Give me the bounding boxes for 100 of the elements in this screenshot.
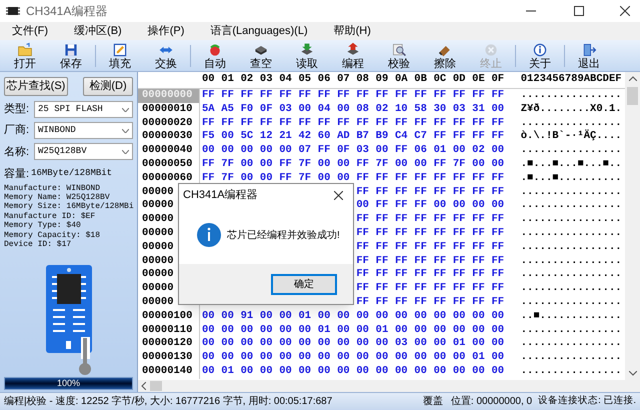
hex-byte: 00 <box>279 337 293 352</box>
hex-byte: FF <box>356 268 370 282</box>
hex-byte: F0 <box>240 102 254 117</box>
hex-byte: FF <box>356 254 370 268</box>
hex-byte: 00 <box>376 364 390 379</box>
toolbar-button[interactable]: 交换 <box>143 40 189 70</box>
ascii-cell: ................ <box>520 364 622 379</box>
toolbar-button[interactable]: 读取 <box>284 40 330 70</box>
close-icon[interactable] <box>620 6 630 16</box>
hex-byte: FF <box>434 254 448 268</box>
hex-byte: 00 <box>414 324 428 338</box>
hex-byte: 00 <box>279 351 293 365</box>
maximize-icon[interactable] <box>574 6 584 16</box>
hex-byte: FF <box>472 116 486 130</box>
ascii-cell: ................ <box>520 324 622 338</box>
hex-byte: 00 <box>434 364 448 379</box>
toolbar-button[interactable]: 打开 <box>2 40 48 70</box>
hex-byte: 00 <box>260 337 274 352</box>
hex-byte: 00 <box>452 310 466 324</box>
hex-byte: 31 <box>472 102 486 117</box>
hex-byte: FF <box>491 186 506 200</box>
hex-byte: 00 <box>318 310 332 324</box>
hex-byte: 00 <box>337 158 351 172</box>
hex-byte: 00 <box>260 364 274 379</box>
hex-byte: 00 <box>202 324 216 338</box>
hex-byte: FF <box>434 226 448 241</box>
hex-byte: 00 <box>491 102 506 117</box>
scroll-thumb[interactable] <box>150 381 162 391</box>
chip-info-line: Device ID: $17 <box>4 240 72 250</box>
hex-byte: 00 <box>472 199 486 214</box>
hex-byte: FF <box>472 172 486 186</box>
toolbar-button[interactable]: 保存 <box>48 40 94 70</box>
hex-byte: 00 <box>491 324 506 338</box>
hex-byte: FF <box>452 226 466 241</box>
hex-byte: FF <box>491 282 506 296</box>
toolbar-button[interactable]: 校验 <box>376 40 422 70</box>
scroll-left-icon[interactable] <box>141 382 146 390</box>
status-connection: 设备连接状态: 已连接. <box>538 394 636 408</box>
hex-byte: FF <box>356 213 370 227</box>
hex-byte: FF <box>356 116 370 130</box>
hex-byte: 00 <box>298 364 312 379</box>
hex-byte: 00 <box>376 351 390 365</box>
hex-byte: 5C <box>240 130 254 144</box>
hex-byte: 5A <box>202 102 216 117</box>
hex-byte: 01 <box>472 351 486 365</box>
horizontal-scrollbar[interactable] <box>138 380 640 392</box>
hex-byte: FF <box>394 199 409 214</box>
toolbar-button[interactable]: 自动 <box>192 40 238 70</box>
toolbar-button[interactable]: 填充 <box>97 40 143 70</box>
scroll-thumb[interactable] <box>627 87 638 105</box>
vertical-scrollbar[interactable] <box>625 72 640 380</box>
hex-byte: FF <box>414 268 428 282</box>
dropdown[interactable]: W25Q128BV <box>34 143 133 160</box>
menu-item[interactable]: 语言(Languages)(L) <box>210 22 308 40</box>
hex-byte: FF <box>434 186 448 200</box>
scroll-up-icon[interactable] <box>628 76 636 81</box>
hex-byte: FF <box>491 116 506 130</box>
toolbar-button[interactable]: 编程 <box>330 40 376 70</box>
magnifier-icon <box>391 42 407 58</box>
hex-byte: 00 <box>414 337 428 352</box>
exit-icon <box>581 42 597 58</box>
ok-button[interactable]: 确定 <box>271 274 337 294</box>
hex-byte: FF <box>356 240 370 255</box>
menu-item[interactable]: 帮助(H) <box>334 22 371 40</box>
hex-byte: 10 <box>394 102 409 117</box>
hex-byte: 00 <box>337 102 351 117</box>
column-header: 0F <box>491 72 506 88</box>
close-icon[interactable] <box>334 190 343 200</box>
toolbar-button[interactable]: 退出 <box>566 40 612 70</box>
dropdown[interactable]: WINBOND <box>34 122 133 140</box>
hex-byte: FF <box>491 296 506 310</box>
dropdown[interactable]: 25 SPI FLASH <box>34 101 133 118</box>
hex-byte: FF <box>376 282 390 296</box>
hex-byte: 00 <box>337 351 351 365</box>
menu-item[interactable]: 操作(P) <box>148 22 184 40</box>
hex-byte: FF <box>434 89 448 103</box>
hex-byte: 03 <box>452 102 466 117</box>
hex-byte: 08 <box>356 102 370 117</box>
hex-byte: FF <box>202 116 216 130</box>
chip-button[interactable]: 检测(D) <box>83 77 133 96</box>
toolbar-button[interactable]: 擦除 <box>422 40 468 70</box>
menu-item[interactable]: 文件(F) <box>12 22 48 40</box>
hex-byte: FF <box>376 240 390 255</box>
column-header: 0B <box>414 72 428 88</box>
hex-byte: FF <box>414 116 428 130</box>
hex-byte: 00 <box>472 364 486 379</box>
toolbar-button[interactable]: 查空 <box>238 40 284 70</box>
chip-button[interactable]: 芯片查找(S) <box>4 77 68 96</box>
hex-byte: FF <box>376 254 390 268</box>
column-header: 0D <box>452 72 466 88</box>
hex-byte: 00 <box>260 158 274 172</box>
hex-byte: FF <box>298 89 312 103</box>
hex-byte: 00 <box>337 324 351 338</box>
field-label: 容量: <box>4 166 30 182</box>
hex-byte: 00 <box>452 199 466 214</box>
scroll-down-icon[interactable] <box>628 371 636 376</box>
ascii-cell: ................ <box>520 199 622 214</box>
hex-byte: FF <box>356 282 370 296</box>
menu-item[interactable]: 缓冲区(B) <box>74 22 122 40</box>
toolbar-button[interactable]: 关于 <box>517 40 563 70</box>
